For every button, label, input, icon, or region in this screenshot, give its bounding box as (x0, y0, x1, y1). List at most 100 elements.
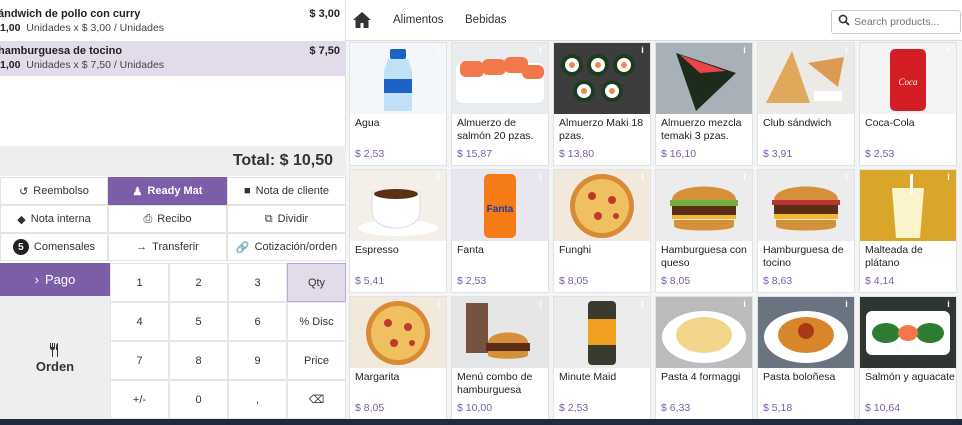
category-alimentos[interactable]: Alimentos (393, 14, 444, 26)
info-icon[interactable]: i (842, 172, 851, 183)
product-image (554, 170, 650, 241)
numpad-key-2[interactable]: 2 (169, 263, 228, 302)
info-icon[interactable]: i (944, 172, 953, 183)
split-button[interactable]: ⧉ Dividir (227, 205, 346, 233)
numpad-key-qty[interactable]: Qty (287, 263, 346, 302)
numpad-key-0[interactable]: 0 (169, 380, 228, 419)
product-image (656, 170, 752, 241)
info-icon[interactable]: i (740, 172, 749, 183)
product-panel: Alimentos Bebidas i Agua $ 2,53 i Almuerzo d… (346, 0, 962, 425)
numpad-key-4[interactable]: 4 (110, 302, 169, 341)
product-card[interactable]: i Almuerzo de salmón 20 pzas. $ 15,87 (451, 42, 549, 166)
product-card[interactable]: i Malteada de plátano $ 4,14 (859, 169, 957, 293)
product-name: Coca-Cola (865, 117, 915, 129)
product-name: Hamburguesa de tocino (763, 244, 844, 269)
product-name: Almuerzo de salmón 20 pzas. (457, 117, 534, 142)
product-name: Agua (355, 117, 380, 129)
info-icon[interactable]: i (638, 172, 647, 183)
product-card[interactable]: i Margarita $ 8,05 (349, 296, 447, 420)
info-icon[interactable]: i (434, 45, 443, 56)
split-label: Dividir (277, 213, 309, 225)
product-card[interactable]: i Hamburguesa con queso $ 8,05 (655, 169, 753, 293)
order-line-detail: 1,00 Unidades x $ 7,50 / Unidades (0, 59, 164, 71)
category-bebidas[interactable]: Bebidas (465, 14, 507, 26)
order-line[interactable]: ándwich de pollo con curry $ 3,00 1,00 U… (0, 4, 346, 39)
product-image: Fanta (452, 170, 548, 241)
order-line-selected[interactable]: hamburguesa de tocino $ 7,50 1,00 Unidad… (0, 41, 346, 76)
numpad-key-7[interactable]: 7 (110, 341, 169, 380)
internal-note-label: Nota interna (30, 213, 91, 225)
product-price: $ 2,53 (559, 402, 589, 414)
customer-note-label: Nota de cliente (255, 185, 330, 197)
info-icon[interactable]: i (638, 299, 647, 310)
numpad-key-backspace[interactable]: ⌫ (287, 380, 346, 419)
product-card[interactable]: i Club sándwich $ 3,91 (757, 42, 855, 166)
refund-button[interactable]: ↺ Reembolso (0, 177, 108, 205)
product-card[interactable]: i Funghi $ 8,05 (553, 169, 651, 293)
product-name: Malteada de plátano (865, 244, 923, 269)
receipt-button[interactable]: ⎙ Recibo (108, 205, 227, 233)
product-name: Almuerzo Maki 18 pzas. (559, 117, 644, 142)
order-button[interactable]: Orden (0, 296, 110, 420)
product-card[interactable]: i Espresso $ 5,41 (349, 169, 447, 293)
product-card[interactable]: i Agua $ 2,53 (349, 42, 447, 166)
info-icon[interactable]: i (842, 45, 851, 56)
product-image (554, 43, 650, 114)
info-icon[interactable]: i (434, 299, 443, 310)
numpad-key-9[interactable]: 9 (228, 341, 287, 380)
info-icon[interactable]: i (638, 45, 647, 56)
fork-knife-icon (50, 342, 58, 357)
pay-button[interactable]: › Pago (0, 263, 110, 296)
info-icon[interactable]: i (536, 45, 545, 56)
info-icon[interactable]: i (536, 172, 545, 183)
info-icon[interactable]: i (536, 299, 545, 310)
search-icon (838, 14, 850, 26)
numpad-key-discount[interactable]: % Disc (287, 302, 346, 341)
product-price: $ 2,53 (457, 275, 487, 287)
product-card[interactable]: i Menú combo de hamburguesa $ 10,00 (451, 296, 549, 420)
info-icon[interactable]: i (740, 45, 749, 56)
numpad-key-5[interactable]: 5 (169, 302, 228, 341)
info-icon[interactable]: i (842, 299, 851, 310)
info-icon[interactable]: i (740, 299, 749, 310)
product-price: $ 8,05 (355, 402, 385, 414)
internal-note-button[interactable]: ◆ Nota interna (0, 205, 108, 233)
numpad-key-plus-minus[interactable]: +/- (110, 380, 169, 419)
product-price: $ 2,53 (355, 148, 385, 160)
quote-order-label: Cotización/orden (254, 241, 338, 253)
product-card[interactable]: Fanta i Fanta $ 2,53 (451, 169, 549, 293)
order-line-price: $ 7,50 (309, 45, 340, 57)
info-icon[interactable]: i (944, 299, 953, 310)
product-card[interactable]: i Almuerzo Maki 18 pzas. $ 13,80 (553, 42, 651, 166)
guests-button[interactable]: 5 Comensales (0, 233, 108, 261)
customer-note-button[interactable]: ■ Nota de cliente (227, 177, 346, 205)
product-price: $ 3,91 (763, 148, 793, 160)
numpad-key-8[interactable]: 8 (169, 341, 228, 380)
product-card[interactable]: i Hamburguesa de tocino $ 8,63 (757, 169, 855, 293)
undo-icon: ↺ (19, 185, 29, 198)
ready-mat-button[interactable]: ♟ Ready Mat (108, 177, 227, 205)
info-icon[interactable]: i (944, 45, 953, 56)
info-icon[interactable]: i (434, 172, 443, 183)
numpad-key-1[interactable]: 1 (110, 263, 169, 302)
product-card[interactable]: Coca i Coca-Cola $ 2,53 (859, 42, 957, 166)
product-image (758, 170, 854, 241)
product-card[interactable]: i Almuerzo mezcla temaki 3 pzas. $ 16,10 (655, 42, 753, 166)
numpad-key-price[interactable]: Price (287, 341, 346, 380)
product-price: $ 8,05 (661, 275, 691, 287)
product-card[interactable]: i Minute Maid $ 2,53 (553, 296, 651, 420)
product-card[interactable]: i Salmón y aguacate $ 10,64 (859, 296, 957, 420)
quote-order-button[interactable]: 🔗 Cotización/orden (227, 233, 346, 261)
link-icon: 🔗 (235, 241, 250, 254)
product-card[interactable]: i Pasta 4 formaggi $ 6,33 (655, 296, 753, 420)
home-icon[interactable] (353, 12, 371, 28)
product-image (860, 297, 956, 368)
numpad-key-comma[interactable]: , (228, 380, 287, 419)
numpad-key-3[interactable]: 3 (228, 263, 287, 302)
product-card[interactable]: i Pasta boloñesa $ 5,18 (757, 296, 855, 420)
guests-count-badge: 5 (12, 239, 29, 255)
search-input[interactable] (831, 10, 961, 34)
numpad-key-6[interactable]: 6 (228, 302, 287, 341)
product-price: $ 16,10 (661, 148, 697, 160)
transfer-button[interactable]: → Transferir (108, 233, 227, 261)
